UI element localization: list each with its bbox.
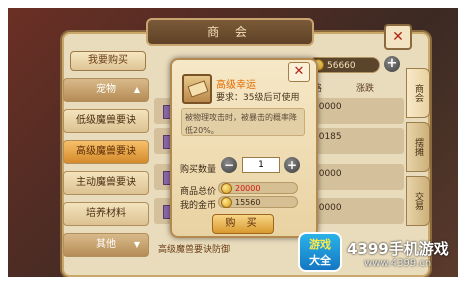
category-label: 低级魔兽要诀 (76, 115, 136, 126)
brand-name: 4399手机游戏 (347, 240, 449, 258)
brand-logo: 游戏 大全 (298, 232, 342, 272)
category-active-skill[interactable]: 主动魔兽要诀 (63, 171, 149, 195)
tab-shop[interactable]: 商会 (406, 68, 430, 118)
buy-button[interactable]: 购 买 (212, 214, 274, 234)
dialog-close-button[interactable]: ✕ (288, 62, 310, 82)
category-label: 其他 (96, 239, 116, 250)
my-gold: 15560 (218, 196, 298, 208)
brand-logo-line1: 游戏 (309, 238, 331, 251)
table-header: 价格 涨跌 (304, 81, 404, 95)
category-pet[interactable]: 宠物 ▲ (63, 78, 149, 102)
quantity-input[interactable]: 1 (242, 157, 280, 173)
category-label: 宠物 (96, 84, 116, 95)
game-scene: 商 会 ✕ 我要购买 宠物 ▲ 低级魔兽要诀 高级魔兽要诀 主动魔兽要诀 培养材… (8, 8, 458, 277)
gold-coin-icon (221, 183, 232, 194)
my-gold-value: 15560 (235, 198, 261, 207)
scroll-icon (182, 74, 212, 104)
category-materials[interactable]: 培养材料 (63, 202, 149, 226)
side-tabs: 商会 摆摊 交易 (406, 68, 430, 230)
item-name: 高级幸运 (216, 80, 256, 91)
category-list: 宠物 ▲ 低级魔兽要诀 高级魔兽要诀 主动魔兽要诀 培养材料 其他 ▼ (63, 78, 149, 264)
tab-trade[interactable]: 交易 (406, 176, 430, 226)
close-icon: ✕ (293, 64, 305, 79)
close-icon: ✕ (392, 29, 404, 45)
quantity-label: 购买数量 (180, 165, 217, 175)
list-item[interactable]: 高级魔兽要诀防御 (158, 242, 288, 255)
total-price-label: 商品总价 (180, 187, 217, 197)
gold-coin-icon (221, 197, 232, 208)
want-buy-button[interactable]: 我要购买 (70, 51, 146, 71)
brand-logo-line2: 大全 (309, 254, 331, 267)
chevron-down-icon: ▼ (133, 240, 140, 249)
plus-icon: + (286, 158, 298, 172)
purchase-dialog: ✕ 高级幸运 要求：35级后可使用 被物理攻击时，被暴击的概率降低20%。 购买… (170, 58, 318, 238)
gold-balance: 56660 (308, 57, 380, 73)
screenshot-frame: 商 会 ✕ 我要购买 宠物 ▲ 低级魔兽要诀 高级魔兽要诀 主动魔兽要诀 培养材… (0, 0, 466, 285)
quantity-plus-button[interactable]: + (284, 157, 300, 173)
item-requirement: 要求：35级后可使用 (216, 93, 300, 103)
category-label: 主动魔兽要诀 (76, 177, 136, 188)
minus-icon: − (223, 158, 235, 172)
category-other[interactable]: 其他 ▼ (63, 233, 149, 257)
add-gold-button[interactable]: + (384, 56, 400, 72)
shop-close-button[interactable]: ✕ (384, 24, 412, 50)
tab-stall[interactable]: 摆摊 (406, 122, 430, 172)
my-gold-label: 我的金币 (180, 201, 217, 211)
gold-amount: 56660 (327, 61, 356, 71)
quantity-minus-button[interactable]: − (221, 157, 237, 173)
item-description: 被物理攻击时，被暴击的概率降低20%。 (181, 108, 305, 136)
total-price: 20000 (218, 182, 298, 194)
shop-title: 商 会 (146, 18, 314, 46)
chevron-up-icon: ▲ (133, 85, 140, 94)
brand-url: www.4399.cn (364, 258, 432, 269)
category-label: 培养材料 (86, 208, 126, 219)
column-change: 涨跌 (356, 84, 375, 94)
plus-icon: + (386, 56, 398, 71)
category-high-skill[interactable]: 高级魔兽要诀 (63, 140, 149, 164)
total-price-value: 20000 (235, 184, 261, 193)
category-low-skill[interactable]: 低级魔兽要诀 (63, 109, 149, 133)
category-label: 高级魔兽要诀 (76, 146, 136, 157)
